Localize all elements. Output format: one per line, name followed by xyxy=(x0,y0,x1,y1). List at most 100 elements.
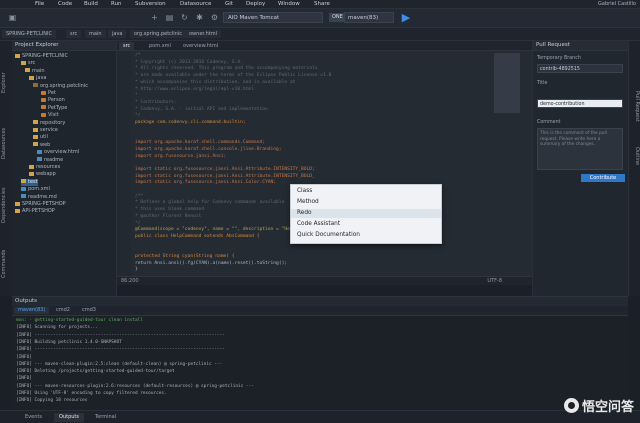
tree-item-label: PetType xyxy=(48,104,68,111)
cursor-position: 86:200 xyxy=(121,278,139,284)
run-configuration-select[interactable]: AIO Maven Tomcat xyxy=(223,12,323,23)
tab-events[interactable]: Events xyxy=(20,413,47,422)
tree-item[interactable]: API-PETSHOP xyxy=(15,208,55,215)
tab-explorer[interactable]: Explorer xyxy=(1,63,11,103)
comment-textarea[interactable]: This is the comment of the pull request.… xyxy=(537,128,623,170)
editor-tab[interactable]: overview.html xyxy=(179,42,222,50)
settings-icon[interactable]: ⚙ xyxy=(210,13,219,22)
menu-file[interactable]: File xyxy=(35,1,44,7)
debug-icon[interactable]: ✱ xyxy=(195,13,204,22)
minimap[interactable] xyxy=(494,53,520,113)
menu-datasource[interactable]: Datasource xyxy=(180,1,211,7)
tree-item[interactable]: SPRING-PETCLINIC xyxy=(15,53,68,60)
code-editor[interactable]: src pom.xml overview.html /* * Copyright… xyxy=(117,41,532,285)
context-menu-redo[interactable]: Redo xyxy=(291,209,441,218)
breadcrumb-item[interactable]: main xyxy=(85,30,106,38)
xml-icon xyxy=(21,194,26,199)
output-tab[interactable]: cmd2 xyxy=(52,307,74,314)
menu-build[interactable]: Build xyxy=(84,1,98,7)
tree-item[interactable]: readme xyxy=(37,157,63,164)
tree-item[interactable]: pom.xml xyxy=(21,186,50,193)
context-menu-code-assistant[interactable]: Code Assistant xyxy=(291,220,441,229)
folder-icon xyxy=(29,75,34,80)
tree-item[interactable]: main xyxy=(25,68,45,75)
breadcrumb: SPRING-PETCLINIC src main java org.sprin… xyxy=(0,28,640,41)
editor-tab[interactable]: pom.xml xyxy=(145,42,175,50)
menu-deploy[interactable]: Deploy xyxy=(246,1,265,7)
breadcrumb-item[interactable]: org.spring.petclinic xyxy=(130,30,186,38)
menu-code[interactable]: Code xyxy=(58,1,72,7)
tree-item[interactable]: service xyxy=(33,127,58,134)
tab-outline[interactable]: Outline xyxy=(630,136,640,176)
xml-icon xyxy=(37,149,42,154)
tab-pull-request[interactable]: Pull Request xyxy=(630,81,640,131)
tree-item-label: util xyxy=(40,134,48,141)
code-line: import static org.fusesource.jansi.Ansi.… xyxy=(135,173,315,179)
tab-dependencies[interactable]: Dependencies xyxy=(1,181,11,229)
tree-item[interactable]: webapp xyxy=(29,171,56,178)
run-button[interactable]: ▶ xyxy=(400,12,412,24)
folder-icon xyxy=(25,68,30,73)
branch-select[interactable]: contrib-4892515 xyxy=(537,64,623,73)
xml-icon xyxy=(21,186,26,191)
java-icon xyxy=(41,90,46,95)
editor-tab[interactable]: src xyxy=(119,42,135,50)
new-file-icon[interactable]: + xyxy=(150,13,159,22)
package-icon xyxy=(33,83,38,88)
breadcrumb-item[interactable]: SPRING-PETCLINIC xyxy=(2,30,56,38)
tab-commands[interactable]: Commands xyxy=(1,241,11,286)
watermark-logo-icon xyxy=(563,398,579,413)
tab-datasources[interactable]: Datasources xyxy=(1,121,11,166)
code-line: * @author Florent Benoit xyxy=(135,213,202,219)
code-line: * Defines a global help for Codenvy comm… xyxy=(135,200,285,206)
tree-item-label: API-PETSHOP xyxy=(22,208,55,215)
menu-git[interactable]: Git xyxy=(225,1,233,7)
contribute-button[interactable]: Contribute xyxy=(581,174,625,182)
code-line: import org.apache.karaf.shell.commands.C… xyxy=(135,140,265,146)
tree-item[interactable]: repository xyxy=(33,120,65,127)
breadcrumb-item[interactable]: src xyxy=(66,30,82,38)
tree-item[interactable]: java xyxy=(29,75,46,82)
folder-icon xyxy=(33,127,38,132)
breadcrumb-item[interactable]: owner.html xyxy=(185,30,221,38)
tree-item[interactable]: resources xyxy=(29,164,60,171)
tree-item[interactable]: Visit xyxy=(41,112,59,119)
menu-run[interactable]: Run xyxy=(111,1,122,7)
command-select[interactable]: maven(83) xyxy=(344,12,394,23)
output-tab[interactable]: cmd3 xyxy=(78,307,100,314)
tree-item[interactable]: SPRING-PETSHOP xyxy=(15,201,66,208)
tree-item[interactable]: overview.html xyxy=(37,149,79,156)
title-input[interactable]: demo-contribution xyxy=(537,99,623,108)
context-menu-class[interactable]: Class xyxy=(291,187,441,196)
menu-share[interactable]: Share xyxy=(314,1,330,7)
tab-outputs[interactable]: Outputs xyxy=(54,413,84,422)
code-line: * Codenvy, S.A. - initial API and implem… xyxy=(135,106,268,112)
output-title: Outputs xyxy=(12,297,628,306)
code-line: */ xyxy=(135,220,141,226)
output-tab[interactable]: maven(83) xyxy=(14,307,50,314)
tree-item[interactable]: org.spring.petclinic xyxy=(33,83,88,90)
tree-item[interactable]: Pet xyxy=(41,90,56,97)
tree-item[interactable]: readme.md xyxy=(21,194,57,201)
menu-subversion[interactable]: Subversion xyxy=(135,1,166,7)
breadcrumb-item[interactable]: java xyxy=(108,30,127,38)
save-icon[interactable]: ▤ xyxy=(165,13,174,22)
output-line: [INFO] Building petclinic 1.4.0-SNAPSHOT xyxy=(16,339,122,345)
tree-item[interactable]: src xyxy=(21,60,35,67)
output-line: mvn: - getting-started-guided-tour clean… xyxy=(16,318,143,323)
tree-item[interactable]: Person xyxy=(41,97,65,104)
tree-item-label: Visit xyxy=(48,112,59,119)
context-menu-quick-documentation[interactable]: Quick Documentation xyxy=(291,231,441,240)
tree-item[interactable]: web xyxy=(33,142,50,149)
tree-item[interactable]: test xyxy=(21,178,38,186)
tree-item[interactable]: PetType xyxy=(41,105,67,112)
code-line: /** xyxy=(135,193,144,199)
refresh-icon[interactable]: ↻ xyxy=(180,13,189,22)
project-explorer-title: Project Explorer xyxy=(12,41,116,51)
tab-terminal[interactable]: Terminal xyxy=(90,413,121,422)
user-menu[interactable]: Gabriel Castillo xyxy=(598,1,636,7)
context-menu-method[interactable]: Method xyxy=(291,198,441,207)
pull-request-title: Pull Request xyxy=(533,41,629,51)
tree-item[interactable]: util xyxy=(33,134,48,141)
menu-window[interactable]: Window xyxy=(278,1,300,7)
